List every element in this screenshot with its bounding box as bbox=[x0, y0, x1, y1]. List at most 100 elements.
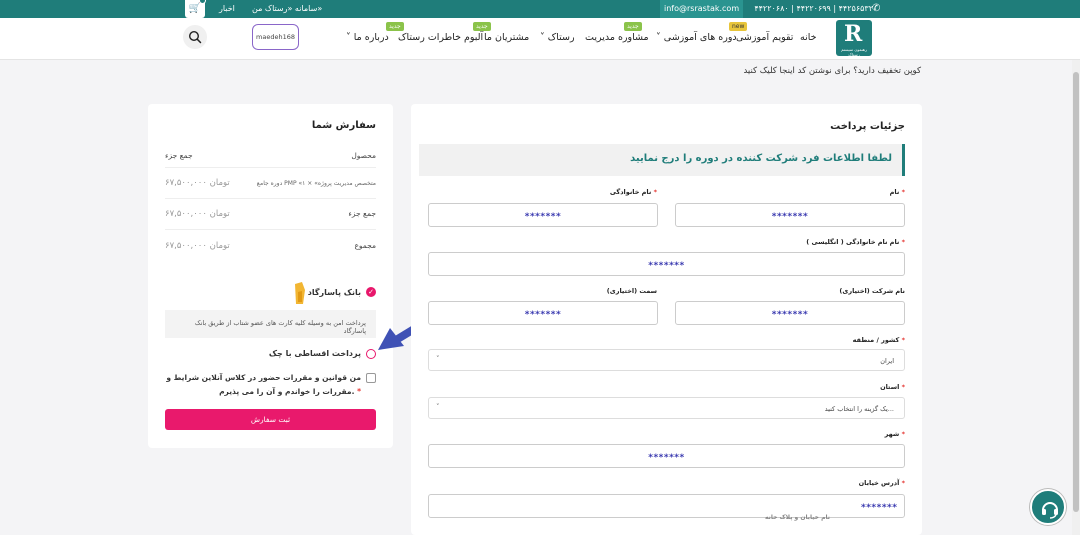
position-field[interactable]: ******* bbox=[428, 301, 658, 325]
currency: تومان bbox=[209, 241, 230, 251]
chevron-down-icon: ˅ bbox=[436, 355, 440, 363]
billing-title: جزئیات پرداخت bbox=[830, 121, 905, 132]
country-label-text: کشور / منطقه bbox=[852, 336, 900, 344]
support-chat-button[interactable] bbox=[1030, 489, 1066, 525]
country-label: کشور / منطقه * bbox=[853, 336, 905, 344]
first-name-label: نام * bbox=[890, 188, 905, 196]
cheque-radio[interactable] bbox=[366, 349, 376, 359]
country-select[interactable]: ایران ˅ bbox=[428, 349, 905, 371]
required-mark: * bbox=[901, 383, 905, 391]
required-mark: * bbox=[901, 238, 905, 246]
nav-item-rastak-label: رستاک bbox=[547, 32, 575, 43]
english-name-label-text: نام نام خانوادگی ( انگلیسی ) bbox=[806, 238, 900, 246]
currency: تومان bbox=[209, 178, 230, 188]
participant-notice: لطفا اطلاعات فرد شرکت کننده در دوره را د… bbox=[419, 144, 905, 176]
required-mark: * bbox=[901, 188, 905, 196]
nav-item-rastak[interactable]: ˅ رستاک bbox=[540, 32, 575, 43]
total-label: مجموع bbox=[354, 241, 376, 250]
address-value: ******* bbox=[861, 503, 898, 513]
terms-text: من قوانین و مقررات حضور در کلاس آنلاین ش… bbox=[165, 371, 376, 399]
payment-method-cheque[interactable]: پرداخت اقساطی با چک bbox=[269, 349, 376, 361]
payment-method-pasargad[interactable]: ✓ بانک پاسارگاد bbox=[276, 282, 376, 306]
province-select[interactable]: یک گزینه را انتخاب کنید... ˅ bbox=[428, 397, 905, 419]
english-name-label: نام نام خانوادگی ( انگلیسی ) * bbox=[806, 238, 905, 246]
divider bbox=[165, 198, 376, 199]
email-link[interactable]: info@rsrastak.com bbox=[660, 0, 744, 18]
nav-badge-new: جدید bbox=[386, 22, 404, 31]
phone-numbers: ۴۴۲۲۰۶۸۰ | ۴۴۲۲۰۶۹۹ | ۴۴۲۵۶۵۳۲ bbox=[754, 4, 873, 13]
coupon-link[interactable]: کوپن تخفیف دارید؟ برای نوشتن کد اینجا کل… bbox=[743, 66, 921, 76]
terms-checkbox[interactable] bbox=[366, 373, 376, 383]
chevron-down-icon: ˅ bbox=[540, 32, 548, 43]
company-field[interactable]: ******* bbox=[675, 301, 905, 325]
nav-badge-new: جدید bbox=[624, 22, 642, 31]
billing-details-card: جزئیات پرداخت لطفا اطلاعات فرد شرکت کنند… bbox=[411, 104, 922, 535]
site-logo[interactable]: R رهنمون سیستم رستاک bbox=[836, 20, 872, 57]
col-subtotal-label: جمع جزء bbox=[165, 151, 193, 160]
last-name-label-text: نام خانوادگی bbox=[609, 188, 652, 196]
province-label: استان * bbox=[880, 383, 905, 391]
main-nav: R رهنمون سیستم رستاک خانه تقویم آموزشی n… bbox=[0, 18, 1080, 60]
headset-icon bbox=[1042, 502, 1058, 519]
item-price-value: ۶۷,۵۰۰,۰۰۰ bbox=[165, 178, 207, 188]
terms-label: من قوانین و مقررات حضور در کلاس آنلاین ش… bbox=[166, 373, 361, 396]
address-field[interactable]: نام خیابان و پلاک خانه ******* bbox=[428, 494, 905, 521]
required-mark: * bbox=[357, 387, 361, 396]
nav-item-customers[interactable]: مشتریان ما bbox=[484, 32, 529, 43]
user-account-button[interactable]: maedeh168 bbox=[252, 24, 299, 50]
nav-item-about[interactable]: ˅ درباره ما bbox=[346, 32, 389, 43]
city-field[interactable]: ******* bbox=[428, 444, 905, 468]
item-name: دوره جامع PMP «متخصص مدیریت پروژه» × ۱ bbox=[256, 180, 376, 187]
nav-item-calendar[interactable]: تقویم آموزشی bbox=[736, 32, 793, 43]
nav-item-courses[interactable]: ˅ دوره های آموزشی bbox=[656, 32, 737, 43]
city-label: شهر * bbox=[885, 430, 905, 438]
bank-description: پرداخت امن به وسیله کلیه کارت های عضو شت… bbox=[165, 310, 376, 338]
subtotal-price: تومان ۶۷,۵۰۰,۰۰۰ bbox=[165, 209, 230, 219]
page-scrollbar[interactable] bbox=[1072, 60, 1080, 535]
first-name-field[interactable]: ******* bbox=[675, 203, 905, 227]
rastak-system-link[interactable]: سامانه «رستاک من» bbox=[252, 0, 322, 18]
item-price: تومان ۶۷,۵۰۰,۰۰۰ bbox=[165, 178, 230, 188]
scrollbar-thumb[interactable] bbox=[1073, 72, 1079, 512]
place-order-button[interactable]: ثبت سفارش bbox=[165, 409, 376, 430]
divider bbox=[165, 229, 376, 230]
nav-item-album[interactable]: آلبوم خاطرات رستاک bbox=[398, 32, 483, 43]
city-label-text: شهر bbox=[884, 430, 900, 438]
address-label: آدرس خیابان * bbox=[859, 479, 905, 487]
province-value: یک گزینه را انتخاب کنید... bbox=[824, 405, 894, 413]
chevron-down-icon: ˅ bbox=[346, 32, 354, 43]
chevron-down-icon: ˅ bbox=[656, 32, 664, 43]
last-name-field[interactable]: ******* bbox=[428, 203, 658, 227]
total-value: ۶۷,۵۰۰,۰۰۰ bbox=[165, 241, 207, 251]
nav-item-courses-label: دوره های آموزشی bbox=[663, 32, 737, 43]
position-label: سمت (اختیاری) bbox=[606, 287, 657, 295]
nav-item-consulting[interactable]: مشاوره مدیریت bbox=[585, 32, 649, 43]
first-name-label-text: نام bbox=[889, 188, 900, 196]
country-value: ایران bbox=[880, 357, 894, 365]
order-title: سفارش شما bbox=[311, 120, 376, 131]
subtotal-value: ۶۷,۵۰۰,۰۰۰ bbox=[165, 209, 207, 219]
english-name-field[interactable]: ******* bbox=[428, 252, 905, 276]
total-price: تومان ۶۷,۵۰۰,۰۰۰ bbox=[165, 241, 230, 251]
cheque-label: پرداخت اقساطی با چک bbox=[268, 349, 361, 358]
currency: تومان bbox=[209, 209, 230, 219]
required-mark: * bbox=[901, 479, 905, 487]
chevron-down-icon: ˅ bbox=[436, 403, 440, 411]
nav-badge-new: new bbox=[729, 22, 748, 31]
search-button[interactable] bbox=[183, 25, 207, 49]
divider bbox=[165, 167, 376, 168]
search-icon bbox=[188, 30, 202, 44]
subtotal-label: جمع جزء bbox=[348, 209, 376, 218]
pasargad-logo-icon bbox=[295, 282, 305, 304]
required-mark: * bbox=[901, 336, 905, 344]
news-link[interactable]: اخبار bbox=[219, 0, 235, 18]
top-bar: 🛒 اخبار سامانه «رستاک من» info@rsrastak.… bbox=[0, 0, 1080, 18]
required-mark: * bbox=[653, 188, 657, 196]
last-name-label: نام خانوادگی * bbox=[610, 188, 657, 196]
order-summary-card: سفارش شما محصول جمع جزء دوره جامع PMP «م… bbox=[148, 104, 393, 448]
check-icon: ✓ bbox=[366, 287, 376, 297]
nav-item-home[interactable]: خانه bbox=[800, 32, 817, 43]
terms-checkbox-row[interactable]: من قوانین و مقررات حضور در کلاس آنلاین ش… bbox=[165, 371, 376, 399]
logo-letter: R bbox=[844, 21, 863, 47]
company-label: نام شرکت (اختیاری) bbox=[839, 287, 905, 295]
